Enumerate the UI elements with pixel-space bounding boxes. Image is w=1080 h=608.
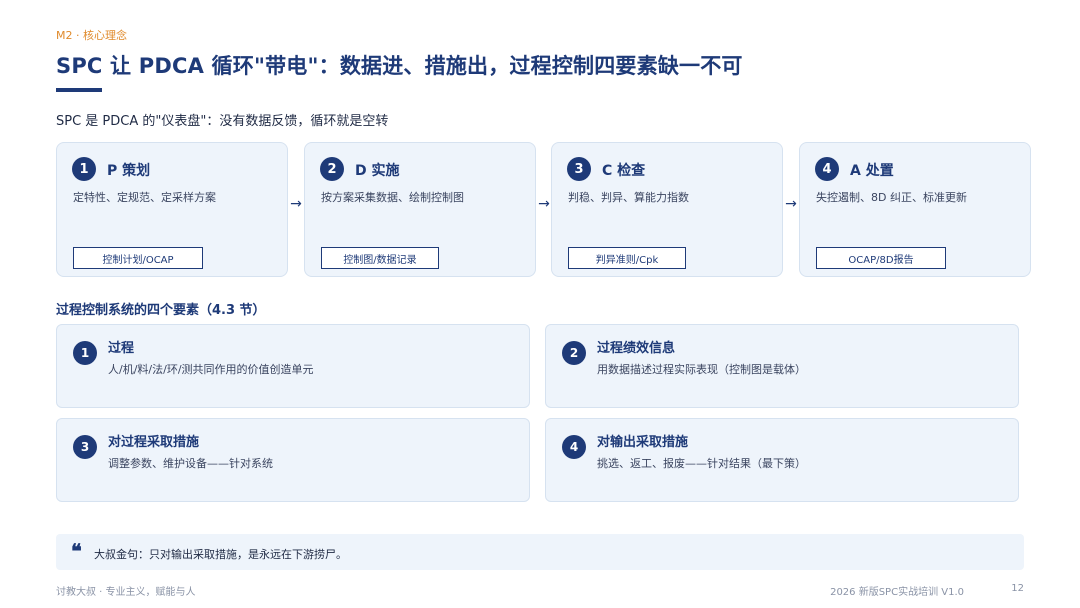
- element-title: 对过程采取措施: [108, 435, 200, 450]
- pdca-card-title: D 实施: [355, 163, 400, 179]
- pdca-card-plan: 1 P 策划 定特性、定规范、定采样方案 控制计划/OCAP: [56, 142, 288, 277]
- pdca-card-desc: 定特性、定规范、定采样方案: [73, 191, 216, 204]
- step-number-badge: 1: [72, 157, 96, 181]
- element-number-badge: 3: [73, 435, 97, 459]
- title-underline: [56, 88, 102, 92]
- pdca-card-check: 3 C 检查 判稳、判异、算能力指数 判异准则/Cpk: [551, 142, 783, 277]
- pdca-card-act: 4 A 处置 失控遏制、8D 纠正、标准更新 OCAP/8D报告: [799, 142, 1031, 277]
- pdca-card-title: P 策划: [107, 163, 151, 179]
- pdca-card-desc: 失控遏制、8D 纠正、标准更新: [816, 191, 967, 204]
- element-number-badge: 2: [562, 341, 586, 365]
- pdca-card-do: 2 D 实施 按方案采集数据、绘制控制图 控制图/数据记录: [304, 142, 536, 277]
- section-tag: M2 · 核心理念: [56, 29, 127, 42]
- page-subtitle: SPC 是 PDCA 的"仪表盘"：没有数据反馈，循环就是空转: [56, 114, 389, 129]
- page-title: SPC 让 PDCA 循环"带电"：数据进、措施出，过程控制四要素缺一不可: [56, 54, 743, 78]
- quote-callout: ❝ 大叔金句：只对输出采取措施，是永远在下游捞尸。: [56, 534, 1024, 570]
- element-number-badge: 4: [562, 435, 586, 459]
- pdca-card-output-box: 判异准则/Cpk: [568, 247, 686, 269]
- element-desc: 人/机/料/法/环/测共同作用的价值创造单元: [108, 363, 314, 376]
- element-desc: 挑选、返工、报废——针对结果（最下策）: [597, 457, 806, 470]
- arrow-right-icon: →: [785, 196, 797, 212]
- element-title: 对输出采取措施: [597, 435, 689, 450]
- element-title: 过程: [108, 341, 135, 356]
- pdca-card-output-box: 控制图/数据记录: [321, 247, 439, 269]
- pdca-card-title: C 检查: [602, 163, 646, 179]
- quote-text: 大叔金句：只对输出采取措施，是永远在下游捞尸。: [94, 548, 347, 561]
- pdca-card-title: A 处置: [850, 163, 894, 179]
- element-card-output-action: 4 对输出采取措施 挑选、返工、报废——针对结果（最下策）: [545, 418, 1019, 502]
- element-card-process-action: 3 对过程采取措施 调整参数、维护设备——针对系统: [56, 418, 530, 502]
- step-number-badge: 4: [815, 157, 839, 181]
- step-number-badge: 3: [567, 157, 591, 181]
- page-number: 12: [1011, 583, 1024, 594]
- pdca-card-output-box: OCAP/8D报告: [816, 247, 946, 269]
- element-desc: 用数据描述过程实际表现（控制图是载体）: [597, 363, 806, 376]
- section-heading: 过程控制系统的四个要素（4.3 节）: [56, 303, 266, 318]
- pdca-card-desc: 判稳、判异、算能力指数: [568, 191, 689, 204]
- footer-slogan: 讨教大叔 · 专业主义，赋能与人: [56, 587, 196, 598]
- step-number-badge: 2: [320, 157, 344, 181]
- element-desc: 调整参数、维护设备——针对系统: [108, 457, 273, 470]
- pdca-card-desc: 按方案采集数据、绘制控制图: [321, 191, 464, 204]
- element-card-process: 1 过程 人/机/料/法/环/测共同作用的价值创造单元: [56, 324, 530, 408]
- element-number-badge: 1: [73, 341, 97, 365]
- pdca-card-output-box: 控制计划/OCAP: [73, 247, 203, 269]
- arrow-right-icon: →: [290, 196, 302, 212]
- quote-icon: ❝: [71, 539, 82, 563]
- element-title: 过程绩效信息: [597, 341, 676, 356]
- arrow-right-icon: →: [538, 196, 550, 212]
- element-card-performance-info: 2 过程绩效信息 用数据描述过程实际表现（控制图是载体）: [545, 324, 1019, 408]
- footer-course-title: 2026 新版SPC实战培训 V1.0: [830, 587, 964, 598]
